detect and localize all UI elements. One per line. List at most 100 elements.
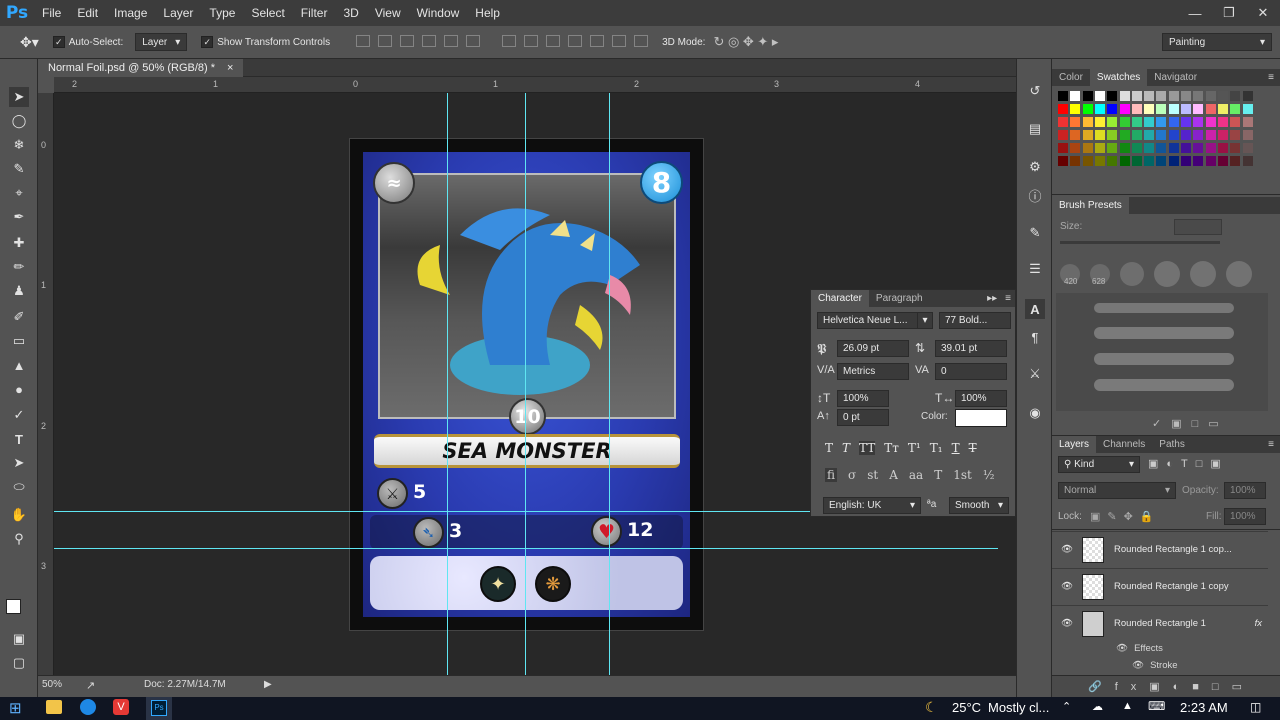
color-swatch[interactable] — [1156, 156, 1167, 166]
layer-filter-dropdown[interactable]: ⚲ Kind ▾ — [1058, 456, 1140, 473]
color-swatch[interactable] — [1230, 143, 1241, 153]
stroke-effect-row[interactable]: 👁 Stroke — [1132, 660, 1178, 671]
color-swatch[interactable] — [1205, 104, 1216, 114]
underline-button[interactable]: T — [952, 441, 960, 455]
fill-field[interactable]: 100% — [1224, 508, 1266, 525]
brush-tip[interactable] — [1226, 261, 1252, 287]
guide-horizontal[interactable] — [54, 511, 810, 512]
weather-temp[interactable]: 25°C — [952, 700, 981, 715]
hand-tool-icon[interactable]: ✋ — [9, 505, 29, 525]
brush-tool-icon[interactable]: ✏ — [9, 257, 29, 277]
blend-mode-dropdown[interactable]: Normal ▾ — [1058, 482, 1176, 499]
color-swatch[interactable] — [1107, 130, 1118, 140]
align-bottom-icon[interactable] — [400, 34, 415, 47]
color-swatch[interactable] — [1156, 117, 1167, 127]
panel-menu-icon[interactable]: ≡ — [1262, 439, 1280, 450]
tray-chevron-icon[interactable]: ⌃ — [1062, 700, 1071, 713]
color-swatch[interactable] — [1070, 156, 1081, 166]
info-panel-icon[interactable]: ⓘ — [1025, 185, 1045, 205]
adjustments-panel-icon[interactable]: ⚙ — [1025, 157, 1045, 177]
color-swatch[interactable] — [1131, 156, 1142, 166]
color-swatch[interactable] — [1058, 143, 1068, 153]
brush-size-field[interactable] — [1174, 219, 1222, 235]
color-swatch[interactable] — [1144, 117, 1155, 127]
guide-vertical[interactable] — [525, 93, 526, 675]
color-swatch[interactable] — [1094, 143, 1105, 153]
small-caps-button[interactable]: Tт — [884, 441, 899, 455]
color-swatch[interactable] — [1181, 130, 1191, 140]
color-swatch[interactable] — [1217, 130, 1228, 140]
kerning-dropdown[interactable]: Metrics — [837, 363, 909, 380]
menu-edit[interactable]: Edit — [69, 0, 106, 26]
color-swatch[interactable] — [1082, 130, 1093, 140]
color-swatch[interactable] — [1168, 143, 1179, 153]
color-swatch[interactable] — [1230, 104, 1241, 114]
menu-type[interactable]: Type — [201, 0, 243, 26]
color-swatch[interactable] — [1144, 104, 1155, 114]
color-swatch[interactable] — [1242, 156, 1253, 166]
color-swatch[interactable] — [1156, 91, 1167, 101]
zoom-tool-icon[interactable]: ⚲ — [9, 529, 29, 549]
distribute-right-icon[interactable] — [612, 34, 627, 47]
color-swatch[interactable] — [1058, 156, 1068, 166]
clock-time[interactable]: 2:23 AM — [1180, 700, 1228, 715]
tab-color[interactable]: Color — [1052, 69, 1090, 86]
color-swatch[interactable] — [1144, 91, 1155, 101]
baseline-shift-field[interactable]: 0 pt — [837, 409, 889, 426]
color-swatch[interactable] — [1107, 117, 1118, 127]
color-swatch[interactable] — [1070, 91, 1081, 101]
color-swatch[interactable] — [1131, 117, 1142, 127]
shape-tool-icon[interactable]: ⬭ — [9, 477, 29, 497]
color-swatch[interactable] — [1094, 117, 1105, 127]
color-swatch[interactable] — [1094, 91, 1105, 101]
color-swatch[interactable] — [1205, 130, 1216, 140]
color-swatch[interactable] — [1131, 104, 1142, 114]
vertical-scale-field[interactable]: 100% — [837, 390, 889, 407]
eye-icon[interactable]: 👁 — [1052, 544, 1082, 555]
color-swatch[interactable] — [1205, 117, 1216, 127]
document-tab[interactable]: Normal Foil.psd @ 50% (RGB/8) * × — [38, 59, 244, 77]
layer-row[interactable]: 👁 Rounded Rectangle 1 fx — [1052, 605, 1268, 641]
text-color-swatch[interactable] — [955, 409, 1007, 427]
color-swatch[interactable] — [1107, 104, 1118, 114]
weather-text[interactable]: Mostly cl... — [988, 700, 1049, 715]
show-transform-checkbox[interactable]: ✓ — [201, 36, 214, 48]
align-hcenter-icon[interactable] — [444, 34, 459, 47]
color-swatch[interactable] — [1156, 104, 1167, 114]
notifications-icon[interactable]: ◫ — [1250, 700, 1261, 714]
color-swatch[interactable] — [1217, 91, 1228, 101]
crop-tool-icon[interactable]: ⌖ — [9, 183, 29, 203]
history-brush-tool-icon[interactable]: ✐ — [9, 307, 29, 327]
superscript-button[interactable]: T¹ — [908, 441, 921, 455]
tracking-dropdown[interactable]: 0 — [935, 363, 1007, 380]
eye-icon[interactable]: 👁 — [1116, 643, 1128, 654]
menu-filter[interactable]: Filter — [293, 0, 336, 26]
color-swatch[interactable] — [1242, 130, 1253, 140]
eye-icon[interactable]: 👁 — [1052, 581, 1082, 592]
quick-mask-icon[interactable]: ▣ — [9, 629, 29, 649]
color-swatch[interactable] — [1193, 130, 1204, 140]
tab-layers[interactable]: Layers — [1052, 436, 1097, 453]
color-swatch[interactable] — [1144, 130, 1155, 140]
color-swatch[interactable] — [1107, 156, 1118, 166]
swash-button[interactable]: A — [889, 468, 898, 482]
ruler-horizontal[interactable]: 2 1 0 1 2 3 4 — [54, 77, 1016, 93]
color-swatch[interactable] — [1107, 143, 1118, 153]
color-swatch[interactable] — [1119, 91, 1130, 101]
leading-field[interactable]: 39.01 pt — [935, 340, 1007, 357]
color-swatch[interactable] — [1156, 130, 1167, 140]
browser-icon[interactable] — [80, 699, 96, 715]
vivaldi-icon[interactable]: V — [113, 699, 129, 715]
menu-file[interactable]: File — [34, 0, 69, 26]
guide-vertical[interactable] — [609, 93, 610, 675]
properties-panel-icon[interactable]: ⚔ — [1025, 364, 1045, 384]
color-swatch[interactable] — [1070, 117, 1081, 127]
color-swatch[interactable] — [1058, 104, 1068, 114]
color-swatch[interactable] — [1082, 91, 1093, 101]
layer-name[interactable]: Rounded Rectangle 1 — [1114, 618, 1206, 629]
file-explorer-icon[interactable] — [46, 700, 62, 714]
color-swatch[interactable] — [1217, 117, 1228, 127]
tab-navigator[interactable]: Navigator — [1147, 69, 1204, 86]
font-family-dropdown[interactable]: Helvetica Neue L... — [817, 312, 933, 329]
brush-tip[interactable] — [1120, 262, 1144, 286]
